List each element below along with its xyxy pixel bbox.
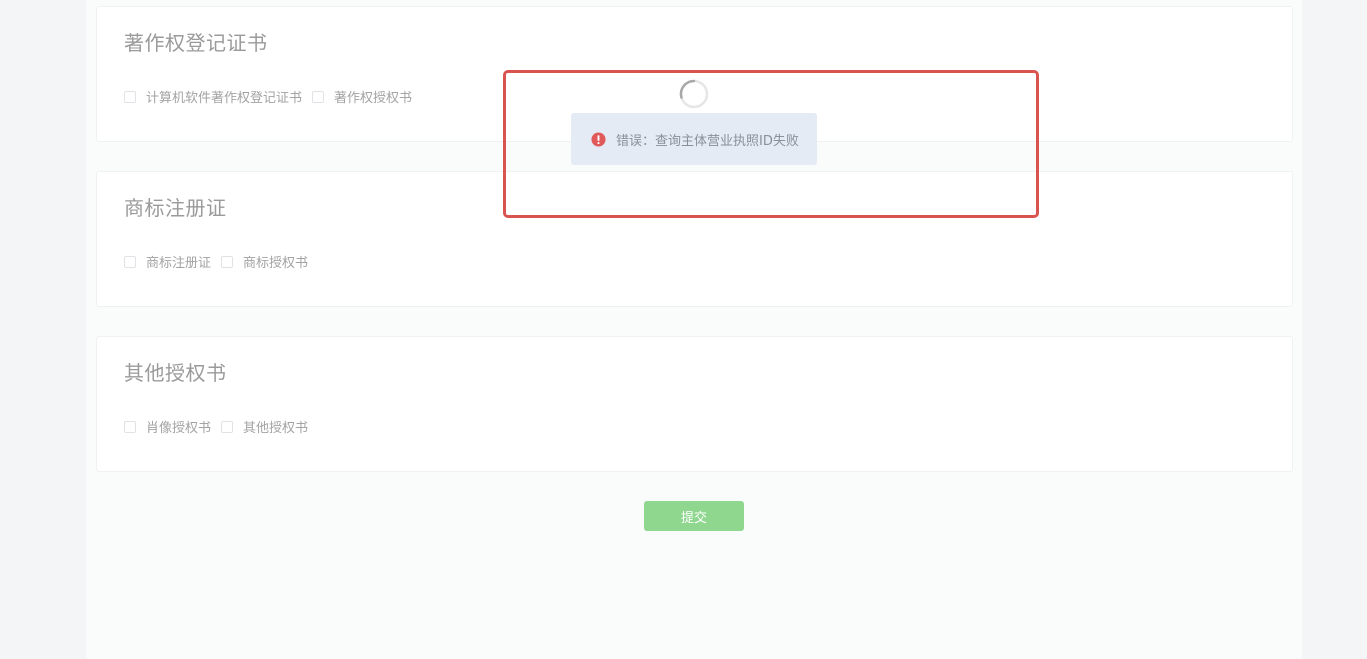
option-label: 其他授权书 (243, 421, 309, 436)
option-group: 计算机软件著作权登记证书 著作权授权书 (124, 87, 422, 106)
option-copyright-authorization[interactable]: 著作权授权书 (312, 87, 412, 106)
option-other-authorization[interactable]: 其他授权书 (221, 417, 308, 436)
checkbox[interactable] (124, 420, 136, 433)
section-title: 商标注册证 (124, 196, 227, 220)
option-label: 著作权授权书 (334, 91, 413, 106)
section-title: 其他授权书 (124, 361, 227, 385)
option-trademark-registration[interactable]: 商标注册证 (124, 252, 211, 271)
checkbox[interactable] (221, 420, 234, 433)
checkbox[interactable] (221, 255, 234, 268)
checkbox[interactable] (124, 255, 136, 268)
option-software-copyright[interactable]: 计算机软件著作权登记证书 (124, 87, 302, 106)
option-portrait-authorization[interactable]: 肖像授权书 (124, 417, 211, 436)
option-label: 商标授权书 (243, 256, 309, 271)
checkbox[interactable] (312, 90, 325, 103)
option-label: 商标注册证 (146, 256, 212, 271)
option-label: 肖像授权书 (146, 421, 212, 436)
section-title: 著作权登记证书 (124, 31, 268, 55)
option-group: 肖像授权书 其他授权书 (124, 417, 318, 436)
submit-button[interactable]: 提交 (644, 501, 744, 531)
checkbox[interactable] (124, 90, 136, 103)
highlight-box (503, 70, 1039, 218)
option-group: 商标注册证 商标授权书 (124, 252, 318, 271)
option-label: 计算机软件著作权登记证书 (146, 91, 303, 106)
section-other-authorization: 其他授权书 肖像授权书 其他授权书 (96, 336, 1293, 472)
option-trademark-authorization[interactable]: 商标授权书 (221, 252, 308, 271)
